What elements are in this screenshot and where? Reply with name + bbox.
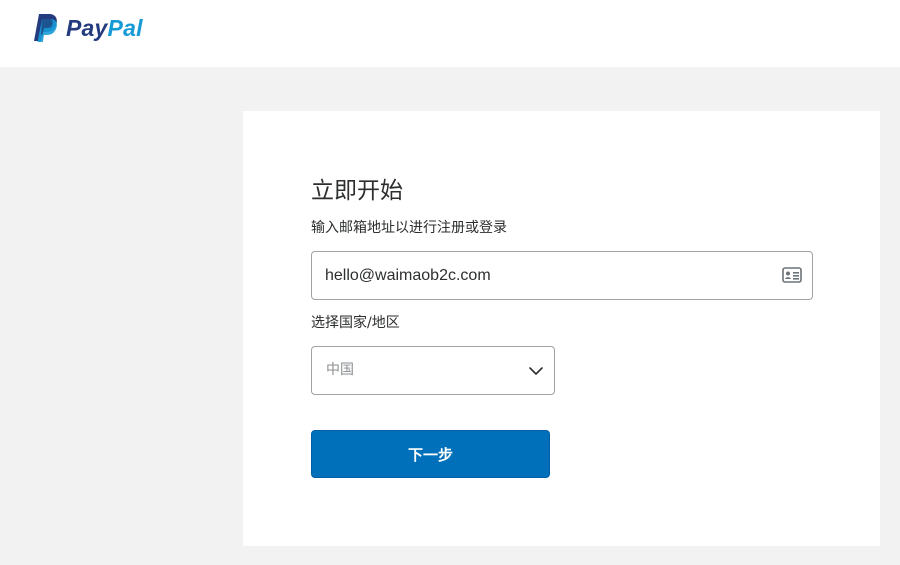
wordmark-pal: Pal: [107, 15, 143, 41]
country-selected-value: 中国: [326, 362, 354, 378]
contact-card-icon[interactable]: [782, 267, 802, 283]
next-button[interactable]: 下一步: [311, 430, 550, 478]
paypal-logo[interactable]: PayPal: [31, 12, 143, 44]
country-select[interactable]: 中国: [311, 346, 555, 395]
chevron-down-icon: [529, 367, 543, 375]
email-field[interactable]: [311, 251, 813, 300]
wordmark-pay: Pay: [66, 15, 108, 41]
page-title: 立即开始: [311, 178, 403, 204]
header: PayPal: [0, 0, 900, 67]
country-label: 选择国家/地区: [311, 315, 400, 331]
email-prompt: 输入邮箱地址以进行注册或登录: [311, 220, 507, 236]
paypal-logo-icon: [34, 14, 57, 42]
paypal-wordmark: PayPal: [66, 12, 143, 44]
email-input[interactable]: [325, 252, 765, 299]
signup-card: 立即开始 输入邮箱地址以进行注册或登录 选择国家/地区 中国 下一步: [243, 111, 880, 546]
